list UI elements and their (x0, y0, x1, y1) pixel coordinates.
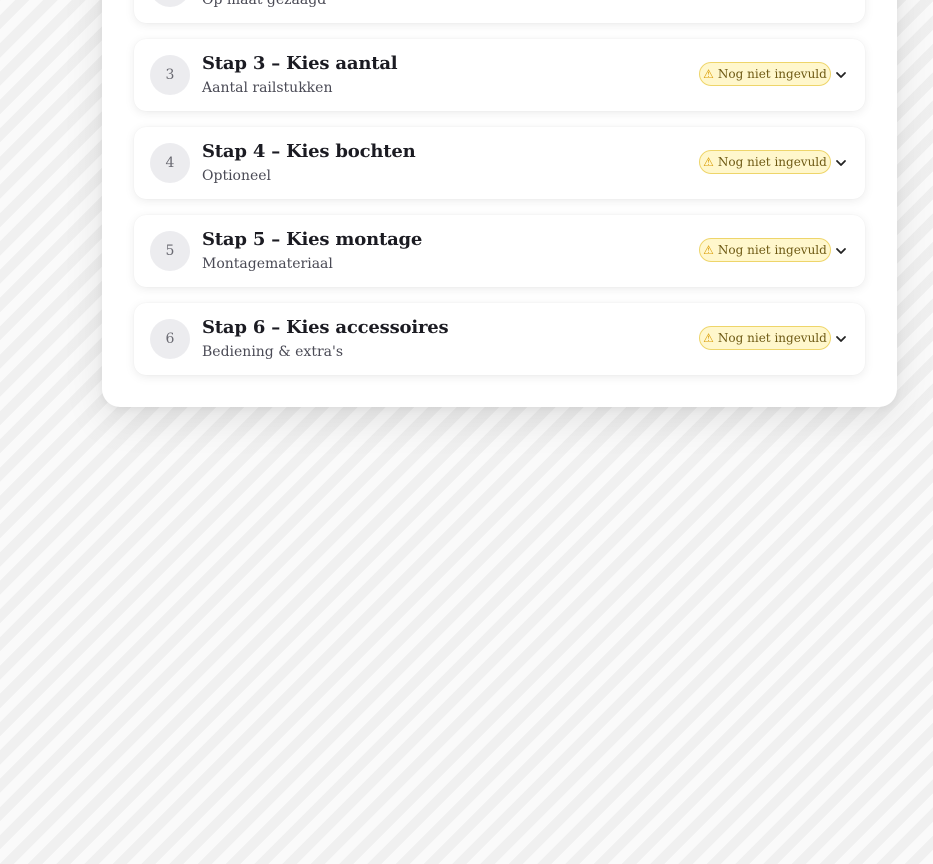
step-card-5[interactable]: 5 Stap 5 – Kies montage Montagemateriaal… (134, 215, 865, 287)
chevron-down-icon[interactable] (834, 68, 848, 82)
step-number: 2 (150, 0, 190, 7)
step-title: Stap 3 – Kies aantal (202, 53, 398, 74)
step-title: Stap 4 – Kies bochten (202, 141, 416, 162)
warning-icon: ⚠ (703, 155, 714, 169)
status-badge: ⚠ Nog niet ingevuld (699, 150, 831, 174)
step-subtitle: Bediening & extra's (202, 344, 344, 360)
step-number: 6 (150, 319, 190, 359)
chevron-down-icon[interactable] (834, 156, 848, 170)
step-card-4[interactable]: 4 Stap 4 – Kies bochten Optioneel ⚠ Nog … (134, 127, 865, 199)
step-card-3[interactable]: 3 Stap 3 – Kies aantal Aantal railstukke… (134, 39, 865, 111)
warning-icon: ⚠ (703, 243, 714, 257)
step-subtitle: Aantal railstukken (202, 80, 333, 96)
step-title: Stap 5 – Kies montage (202, 229, 423, 250)
step-subtitle: Montagemateriaal (202, 256, 333, 272)
step-subtitle: Op maat gezaagd (202, 0, 327, 8)
step-number: 5 (150, 231, 190, 271)
chevron-down-icon[interactable] (834, 332, 848, 346)
status-label: Nog niet ingevuld (717, 67, 827, 81)
warning-icon: ⚠ (703, 67, 714, 81)
step-subtitle: Optioneel (202, 168, 272, 184)
step-title: Stap 6 – Kies accessoires (202, 317, 449, 338)
status-badge: ⚠ Nog niet ingevuld (699, 238, 831, 262)
status-badge: ⚠ Nog niet ingevuld (699, 62, 831, 86)
step-card-6[interactable]: 6 Stap 6 – Kies accessoires Bediening & … (134, 303, 865, 375)
chevron-down-icon[interactable] (834, 244, 848, 258)
status-label: Nog niet ingevuld (717, 331, 827, 345)
status-label: Nog niet ingevuld (717, 243, 827, 257)
status-badge: ⚠ Nog niet ingevuld (699, 326, 831, 350)
step-number: 3 (150, 55, 190, 95)
step-number: 4 (150, 143, 190, 183)
status-label: Nog niet ingevuld (717, 155, 827, 169)
warning-icon: ⚠ (703, 331, 714, 345)
step-card-2[interactable]: 2 Op maat gezaagd (134, 0, 865, 23)
